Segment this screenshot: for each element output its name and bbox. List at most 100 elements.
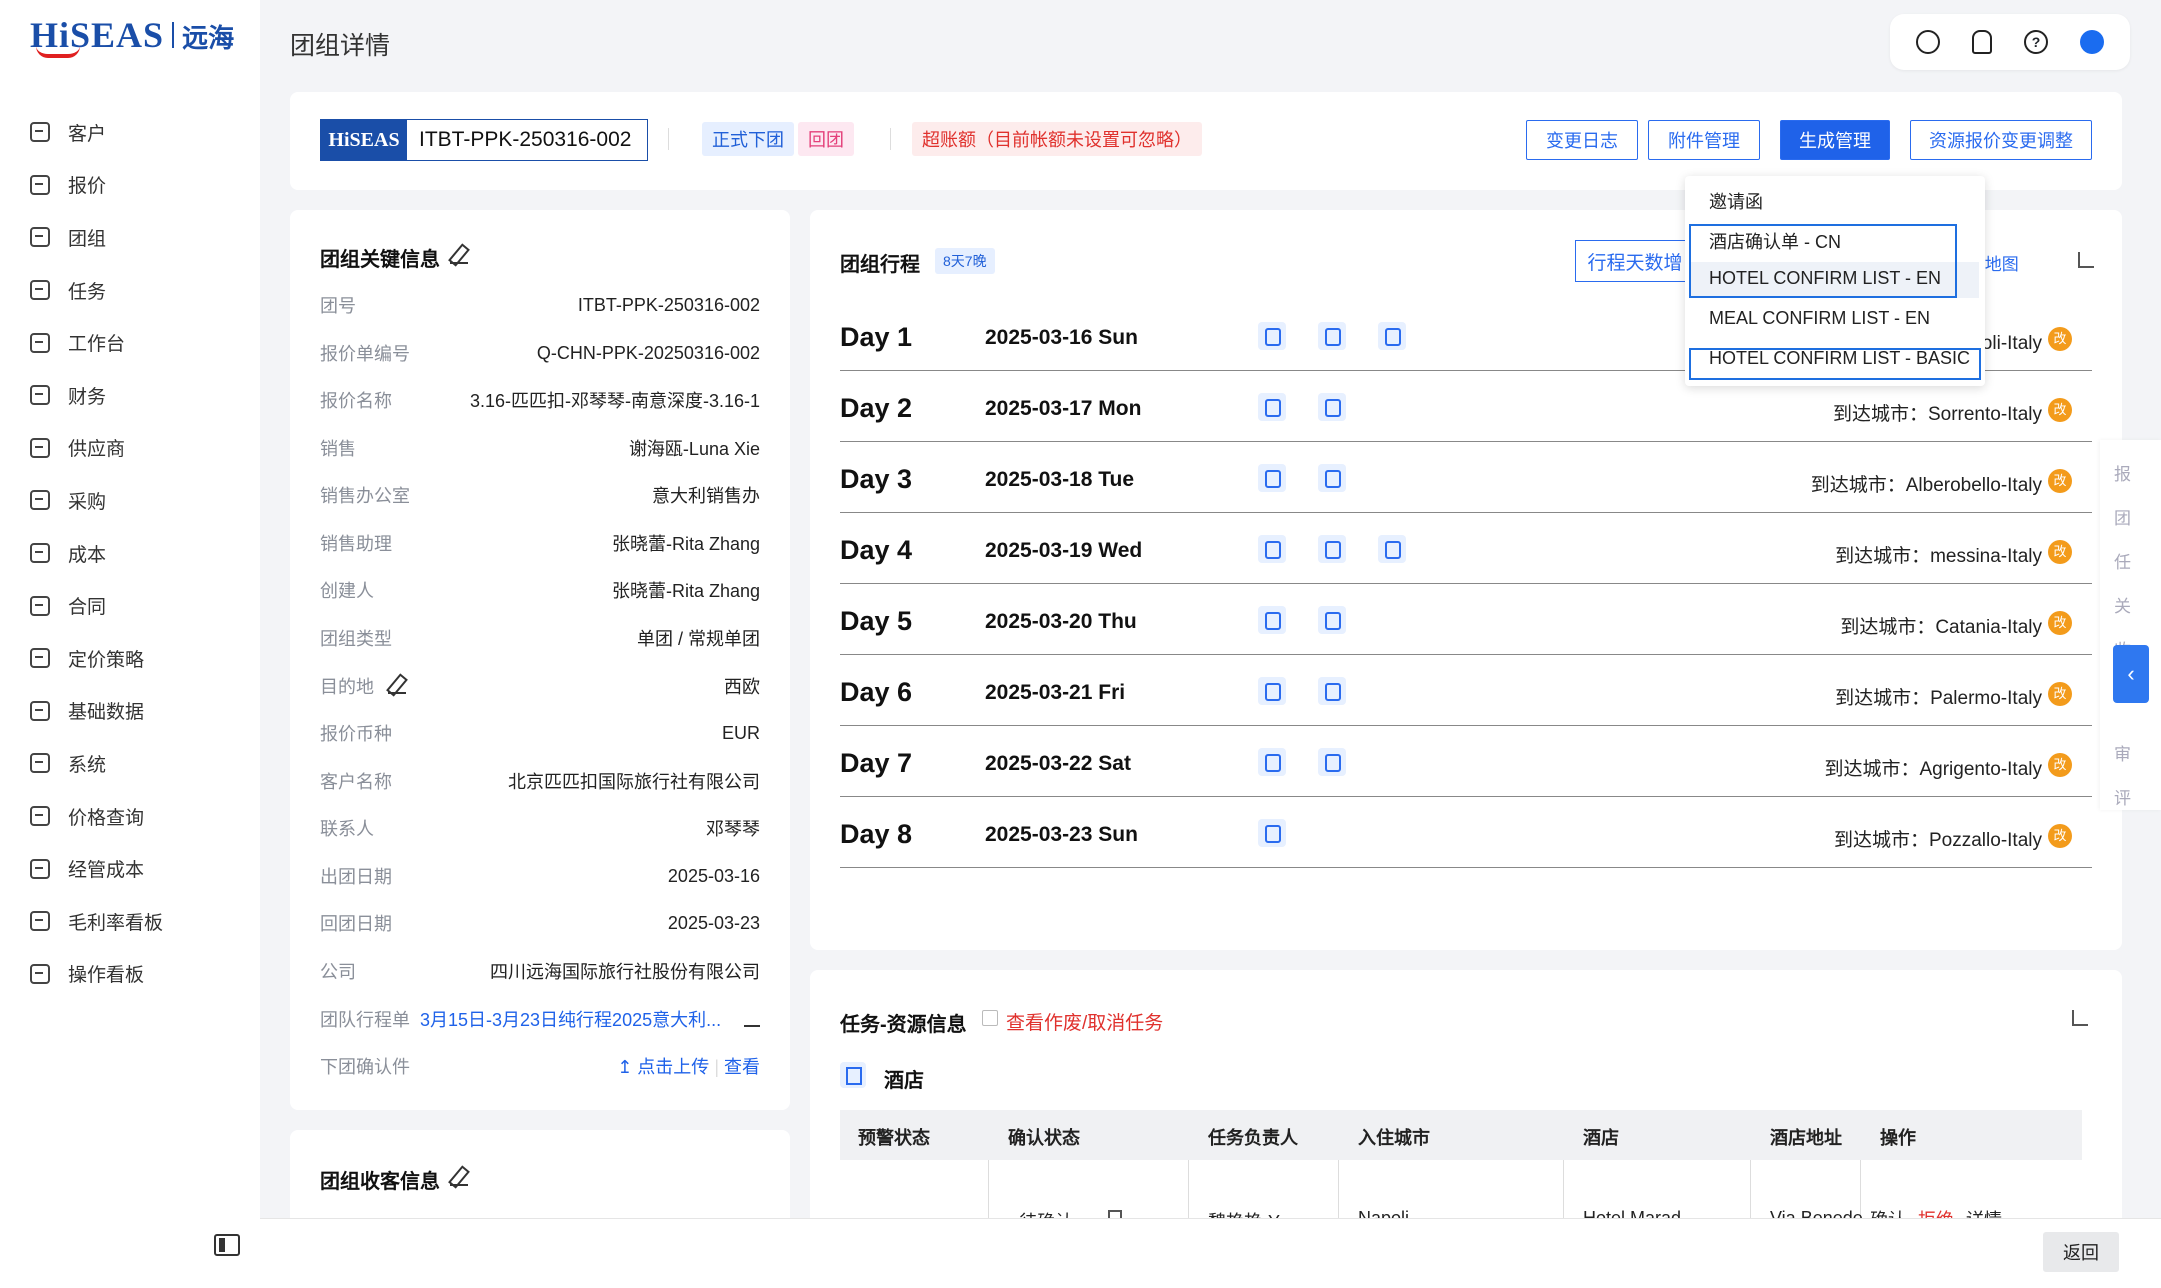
bus-icon[interactable] (1318, 677, 1346, 705)
info-key: 报价名称 (320, 391, 392, 411)
hotel-icon[interactable] (1258, 748, 1286, 776)
change-icon[interactable]: 改 (2048, 611, 2072, 635)
info-key: 销售办公室 (320, 486, 410, 506)
panel-toggle-chevron-icon[interactable]: ‹ (2113, 645, 2149, 703)
selection-box (1689, 224, 1957, 298)
change-icon[interactable]: 改 (2048, 469, 2072, 493)
ticket-icon[interactable] (1378, 535, 1406, 563)
sidebar-item-contract[interactable]: 合同 (30, 579, 250, 632)
anchor-item[interactable]: 评 (2114, 784, 2131, 809)
sidebar-item-group[interactable]: 团组 (30, 211, 250, 264)
divider (890, 128, 891, 150)
hotel-icon (840, 1062, 866, 1088)
bus-icon[interactable] (1318, 606, 1346, 634)
sidebar-item-price-query[interactable]: 价格查询 (30, 790, 250, 843)
edit-icon[interactable] (450, 1168, 468, 1186)
add-day-button[interactable]: 行程天数增 (1575, 240, 1695, 282)
generate-button[interactable]: 生成管理 (1780, 120, 1890, 160)
anchor-item[interactable]: 任 (2114, 548, 2131, 573)
edit-icon[interactable] (450, 246, 468, 264)
anchor-item[interactable]: 团 (2114, 504, 2131, 529)
sidebar-item-mgmt-cost[interactable]: 经管成本 (30, 842, 250, 895)
hotel-icon[interactable] (1258, 464, 1286, 492)
column-header: 确认状态 (1008, 1128, 1080, 1148)
attachment-button[interactable]: 附件管理 (1648, 120, 1760, 160)
change-log-button[interactable]: 变更日志 (1526, 120, 1638, 160)
day-label: Day 6 (840, 677, 913, 707)
info-row: 回团日期 2025-03-23 (320, 908, 760, 938)
map-link[interactable]: f地图 (1980, 250, 2019, 275)
destination-edit-icon[interactable] (388, 676, 406, 694)
workbench-icon (30, 332, 50, 353)
change-icon[interactable]: 改 (2048, 398, 2072, 422)
info-value: 张晓蕾-Rita Zhang (611, 534, 760, 554)
sidebar-item-task[interactable]: 任务 (30, 264, 250, 317)
anchor-item[interactable]: 关 (2114, 592, 2131, 617)
bus-icon[interactable] (1318, 393, 1346, 421)
sidebar-nav: 客户 报价 团组 任务 工作台 财务 供应商 采购 成本 合同 定价策略 基础数… (30, 106, 250, 1000)
hotel-icon[interactable] (1258, 393, 1286, 421)
attraction-icon[interactable] (1378, 322, 1406, 350)
duration-badge: 8天7晚 (935, 248, 995, 274)
sidebar-item-purchase[interactable]: 采购 (30, 474, 250, 527)
sidebar-item-basedata[interactable]: 基础数据 (30, 685, 250, 738)
sidebar-item-quote[interactable]: 报价 (30, 159, 250, 212)
upload-link[interactable]: 点击上传 (637, 1057, 709, 1077)
help-icon[interactable]: ? (2024, 30, 2048, 54)
sidebar-item-customer[interactable]: 客户 (30, 106, 250, 159)
back-button[interactable]: 返回 (2043, 1232, 2119, 1272)
arrival-city: 到达城市：Pozzallo-Italy (1834, 830, 2042, 851)
search-icon[interactable] (1916, 30, 1940, 54)
user-avatar-icon[interactable] (2080, 30, 2104, 54)
sidebar-item-workbench[interactable]: 工作台 (30, 316, 250, 369)
itinerary-file-link[interactable]: 3月15日-3月23日纯行程2025意大利... (420, 1006, 736, 1032)
bus-icon[interactable] (1318, 322, 1346, 350)
anchor-item[interactable]: 报 (2114, 460, 2131, 485)
change-icon[interactable]: 改 (2048, 327, 2072, 351)
change-icon[interactable]: 改 (2048, 540, 2072, 564)
info-key: 报价单编号 (320, 344, 410, 364)
bus-icon[interactable] (1318, 748, 1346, 776)
hotel-icon[interactable] (1258, 535, 1286, 563)
day-date: 2025-03-16 Sun (985, 326, 1138, 349)
bell-icon[interactable] (1972, 30, 1992, 54)
arrival-city: 到达城市：Catania-Italy (1840, 617, 2042, 638)
anchor-item[interactable]: 审 (2114, 740, 2131, 765)
info-value: 张晓蕾-Rita Zhang (611, 581, 760, 601)
bus-icon[interactable] (1258, 819, 1286, 847)
info-key: 团组类型 (320, 629, 392, 649)
bus-icon[interactable] (1318, 535, 1346, 563)
sidebar-item-system[interactable]: 系统 (30, 737, 250, 790)
change-icon[interactable]: 改 (2048, 824, 2072, 848)
bus-icon[interactable] (1318, 464, 1346, 492)
change-icon[interactable]: 改 (2048, 753, 2072, 777)
expand-icon[interactable] (2072, 1010, 2088, 1026)
sidebar-collapse-icon[interactable] (214, 1234, 240, 1256)
menu-item-invitation[interactable]: 邀请函 (1709, 188, 1763, 214)
menu-item-meal-en[interactable]: MEAL CONFIRM LIST - EN (1709, 308, 1930, 329)
view-cancelled-link[interactable]: 查看作废/取消任务 (1006, 1008, 1163, 1035)
sidebar-item-cost[interactable]: 成本 (30, 527, 250, 580)
sidebar-item-finance[interactable]: 财务 (30, 369, 250, 422)
sidebar-item-pricing[interactable]: 定价策略 (30, 632, 250, 685)
resource-price-change-button[interactable]: 资源报价变更调整 (1910, 120, 2092, 160)
key-info-card: 团组关键信息 团号 ITBT-PPK-250316-002 报价单编号 Q-CHN-… (290, 210, 790, 1110)
hotel-icon[interactable] (1258, 606, 1286, 634)
bulb-icon (30, 648, 50, 669)
expand-icon[interactable] (2078, 252, 2094, 268)
sidebar-item-label: 经管成本 (68, 860, 145, 882)
download-icon[interactable] (744, 1011, 760, 1027)
status-badge-formal: 正式下团 (702, 122, 794, 156)
upload-icon[interactable]: ↥ (617, 1057, 637, 1077)
hotel-icon[interactable] (1258, 322, 1286, 350)
sidebar-item-supplier[interactable]: 供应商 (30, 422, 250, 475)
info-row: 团号 ITBT-PPK-250316-002 (320, 290, 760, 320)
sidebar-item-margin-board[interactable]: 毛利率看板 (30, 895, 250, 948)
view-link[interactable]: 查看 (724, 1057, 760, 1077)
info-value: 2025-03-23 (667, 912, 760, 933)
show-cancelled-checkbox[interactable] (982, 1010, 998, 1026)
hotel-icon[interactable] (1258, 677, 1286, 705)
yen-icon (30, 385, 50, 406)
sidebar-item-ops-board[interactable]: 操作看板 (30, 948, 250, 1001)
change-icon[interactable]: 改 (2048, 682, 2072, 706)
